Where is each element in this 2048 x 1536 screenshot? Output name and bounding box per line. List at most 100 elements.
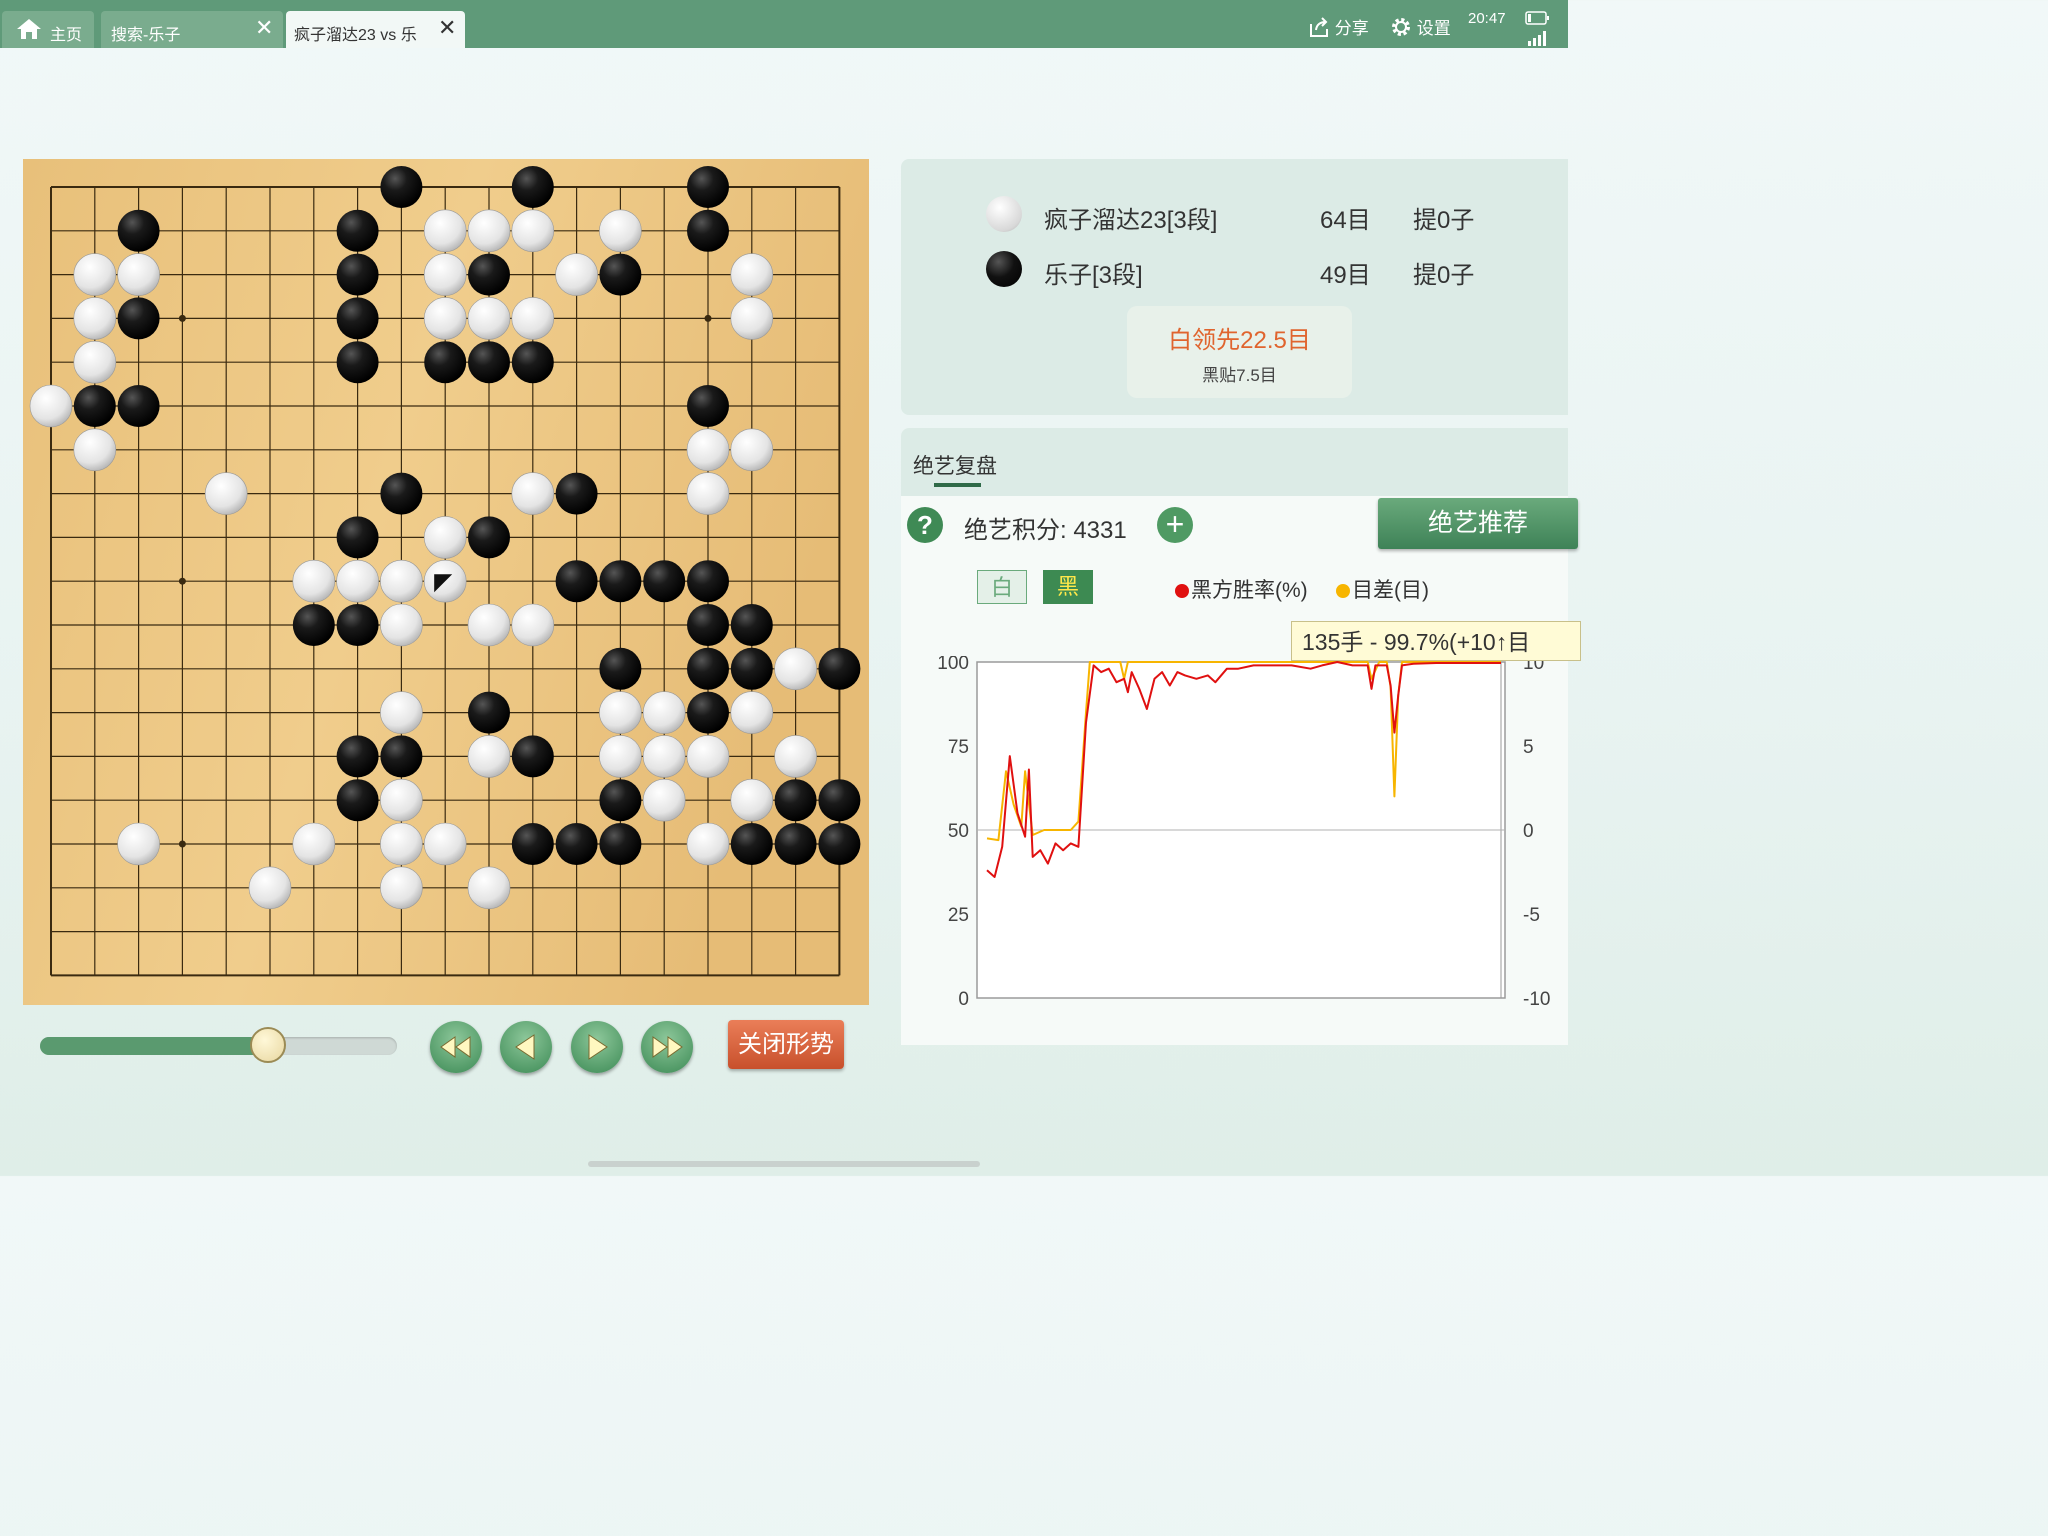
black-stone [818, 647, 861, 690]
white-stone [380, 691, 423, 734]
close-situation-button[interactable]: 关闭形势 [728, 1020, 844, 1069]
y2-tick-label: 0 [1523, 821, 1534, 842]
star-point [704, 314, 712, 322]
white-stone [686, 735, 730, 778]
white-stone [117, 253, 160, 296]
black-stone [599, 647, 642, 690]
legend-winrate: 黑方胜率(%) [1175, 574, 1308, 604]
white-stone [423, 253, 467, 296]
step-backward-icon [515, 1034, 535, 1060]
close-icon[interactable]: ✕ [255, 16, 273, 40]
white-stone [511, 209, 555, 253]
first-move-button[interactable] [430, 1021, 482, 1073]
white-stone [686, 472, 730, 515]
white-stone [336, 559, 379, 603]
help-icon[interactable]: ? [907, 507, 943, 543]
next-move-button[interactable] [571, 1021, 623, 1073]
legend-diff: 目差(目) [1336, 574, 1429, 604]
white-stone [599, 735, 642, 778]
board-canvas[interactable] [23, 159, 869, 1005]
white-stone [642, 691, 686, 734]
tab-home[interactable]: 主页 [2, 11, 94, 48]
fast-forward-icon [652, 1036, 683, 1058]
home-indicator [588, 1161, 980, 1167]
white-stone [423, 516, 467, 559]
black-stone [336, 297, 379, 340]
black-stone [117, 385, 160, 427]
ai-score: 绝艺积分: 4331 [964, 517, 1127, 544]
step-forward-icon [588, 1034, 608, 1060]
lead-text: 白领先22.5目 [1168, 327, 1311, 354]
black-stone [599, 823, 642, 865]
black-stone [687, 385, 729, 427]
black-stone [336, 516, 379, 559]
white-stone [467, 297, 511, 340]
go-board[interactable] [23, 159, 869, 1005]
y2-tick-label: -5 [1523, 905, 1540, 926]
move-slider-knob[interactable] [250, 1027, 287, 1063]
black-stone [117, 297, 160, 340]
white-stone [642, 735, 686, 778]
black-stone [687, 209, 729, 252]
white-stone [423, 822, 467, 866]
black-stone [687, 604, 729, 646]
tab-game-label: 疯子溜达23 vs 乐 [294, 27, 417, 44]
share-icon [1310, 17, 1328, 37]
white-stone [730, 691, 774, 734]
black-stone [336, 253, 379, 296]
clock: 20:47 [1468, 10, 1506, 27]
black-stone [292, 604, 335, 646]
white-stone [467, 603, 511, 647]
ai-recommend-button[interactable]: 绝艺推荐 [1378, 498, 1578, 549]
tab-review[interactable]: 绝艺复盘 [913, 450, 997, 480]
tab-game[interactable]: 疯子溜达23 vs 乐 ✕ [286, 11, 465, 48]
home-icon [17, 19, 41, 39]
score-panel: 疯子溜达23[3段] 64目 提0子 乐子[3段] 49目 提0子 白领先22.… [901, 159, 1568, 415]
star-point [178, 314, 186, 322]
share-button[interactable]: 分享 [1308, 14, 1369, 39]
white-stone [686, 822, 730, 866]
white-stone [423, 209, 467, 253]
orange-dot-icon [1336, 584, 1350, 598]
white-stone [73, 428, 117, 472]
top-bar: 主页 搜索-乐子 ✕ 疯子溜达23 vs 乐 ✕ 分享 设置 20:47 [0, 0, 1568, 48]
black-stone [643, 560, 686, 603]
last-move-button[interactable] [641, 1021, 693, 1073]
gear-icon [1392, 18, 1410, 36]
black-stone [73, 385, 116, 427]
black-stone [555, 823, 598, 865]
black-territory: 49目 [1320, 262, 1371, 289]
white-stone [117, 822, 160, 866]
black-stone [555, 472, 598, 515]
black-toggle-button[interactable]: 黑 [1043, 570, 1093, 604]
white-stone [642, 778, 686, 822]
white-stone [511, 297, 555, 340]
tab-search[interactable]: 搜索-乐子 ✕ [101, 11, 283, 48]
white-stone [511, 603, 555, 647]
white-stone [730, 297, 774, 340]
add-score-icon[interactable]: + [1157, 507, 1193, 543]
white-stone-icon [986, 196, 1022, 232]
black-stone [468, 516, 510, 559]
prev-move-button[interactable] [500, 1021, 552, 1073]
y2-tick-label: -10 [1523, 989, 1550, 1010]
settings-button[interactable]: 设置 [1390, 14, 1451, 39]
black-stone [336, 341, 379, 384]
lead-box: 白领先22.5目 黑贴7.5目 [1127, 306, 1352, 398]
black-captures: 提0子 [1413, 262, 1475, 289]
white-stone [73, 340, 117, 384]
white-stone [599, 209, 642, 253]
winrate-chart[interactable]: 10075502501050-5-10 [901, 656, 1568, 1036]
black-stone [336, 735, 379, 778]
move-slider[interactable] [40, 1037, 397, 1055]
close-icon[interactable]: ✕ [438, 16, 456, 40]
black-stone [599, 253, 642, 296]
white-toggle-button[interactable]: 白 [977, 570, 1027, 604]
black-stone [555, 560, 598, 603]
y-tick-label: 75 [948, 737, 969, 758]
black-stone [380, 472, 423, 515]
legend-winrate-label: 黑方胜率(%) [1191, 579, 1308, 602]
black-stone [730, 604, 773, 646]
white-stone [467, 209, 511, 253]
komi-text: 黑贴7.5目 [1202, 366, 1277, 385]
